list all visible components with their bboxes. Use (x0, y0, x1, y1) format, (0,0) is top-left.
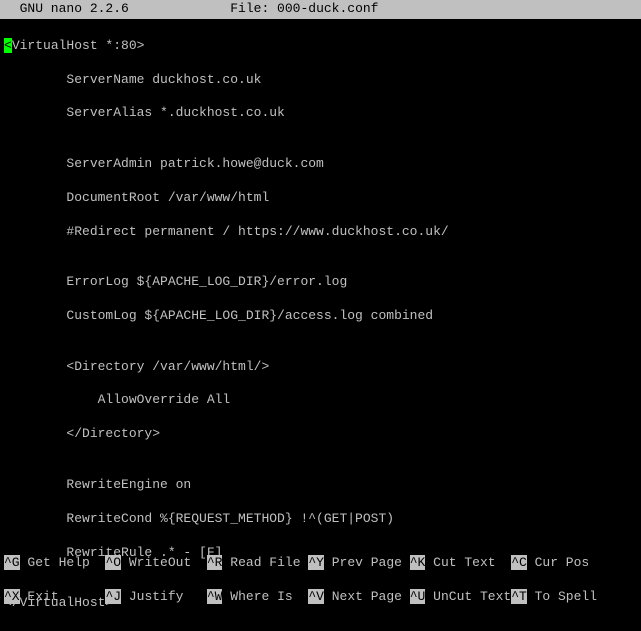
key-prev-page[interactable]: ^Y (308, 555, 324, 570)
key-to-spell[interactable]: ^T (511, 589, 527, 604)
shortcut-bar: ^G Get Help ^O WriteOut ^R Read File ^Y … (0, 539, 641, 625)
file-name: File: 000-duck.conf (230, 1, 378, 16)
app-version: GNU nano 2.2.6 (4, 1, 129, 16)
file-line: CustomLog ${APACHE_LOG_DIR}/access.log c… (4, 308, 637, 325)
file-line: </Directory> (4, 426, 637, 443)
label-justify: Justify (121, 589, 207, 604)
file-line: ServerAdmin patrick.howe@duck.com (4, 156, 637, 173)
label-prev-page: Prev Page (324, 555, 410, 570)
file-line: RewriteEngine on (4, 477, 637, 494)
label-next-page: Next Page (324, 589, 410, 604)
key-justify[interactable]: ^J (105, 589, 121, 604)
key-cut-text[interactable]: ^K (410, 555, 426, 570)
key-read-file[interactable]: ^R (207, 555, 223, 570)
file-line: ServerAlias *.duckhost.co.uk (4, 105, 637, 122)
label-writeout: WriteOut (121, 555, 207, 570)
file-line: ErrorLog ${APACHE_LOG_DIR}/error.log (4, 274, 637, 291)
label-exit: Exit (20, 589, 106, 604)
key-exit[interactable]: ^X (4, 589, 20, 604)
key-where-is[interactable]: ^W (207, 589, 223, 604)
key-writeout[interactable]: ^O (105, 555, 121, 570)
file-line: <Directory /var/www/html/> (4, 359, 637, 376)
file-line: <VirtualHost *:80> (4, 38, 637, 55)
cursor: < (4, 38, 12, 53)
file-line: AllowOverride All (4, 392, 637, 409)
key-uncut-text[interactable]: ^U (410, 589, 426, 604)
file-line: DocumentRoot /var/www/html (4, 190, 637, 207)
label-cut-text: Cut Text (425, 555, 511, 570)
label-cur-pos: Cur Pos (527, 555, 589, 570)
shortcut-row-2: ^X Exit ^J Justify ^W Where Is ^V Next P… (4, 589, 637, 606)
label-read-file: Read File (222, 555, 308, 570)
label-to-spell: To Spell (527, 589, 597, 604)
file-line: #Redirect permanent / https://www.duckho… (4, 224, 637, 241)
label-get-help: Get Help (20, 555, 106, 570)
file-line: RewriteCond %{REQUEST_METHOD} !^(GET|POS… (4, 511, 637, 528)
key-cur-pos[interactable]: ^C (511, 555, 527, 570)
titlebar: GNU nano 2.2.6 File: 000-duck.conf (0, 0, 641, 19)
file-line: ServerName duckhost.co.uk (4, 72, 637, 89)
key-next-page[interactable]: ^V (308, 589, 324, 604)
shortcut-row-1: ^G Get Help ^O WriteOut ^R Read File ^Y … (4, 555, 637, 572)
key-get-help[interactable]: ^G (4, 555, 20, 570)
label-uncut-text: UnCut Text (425, 589, 511, 604)
titlebar-spacer (129, 1, 230, 16)
label-where-is: Where Is (222, 589, 308, 604)
